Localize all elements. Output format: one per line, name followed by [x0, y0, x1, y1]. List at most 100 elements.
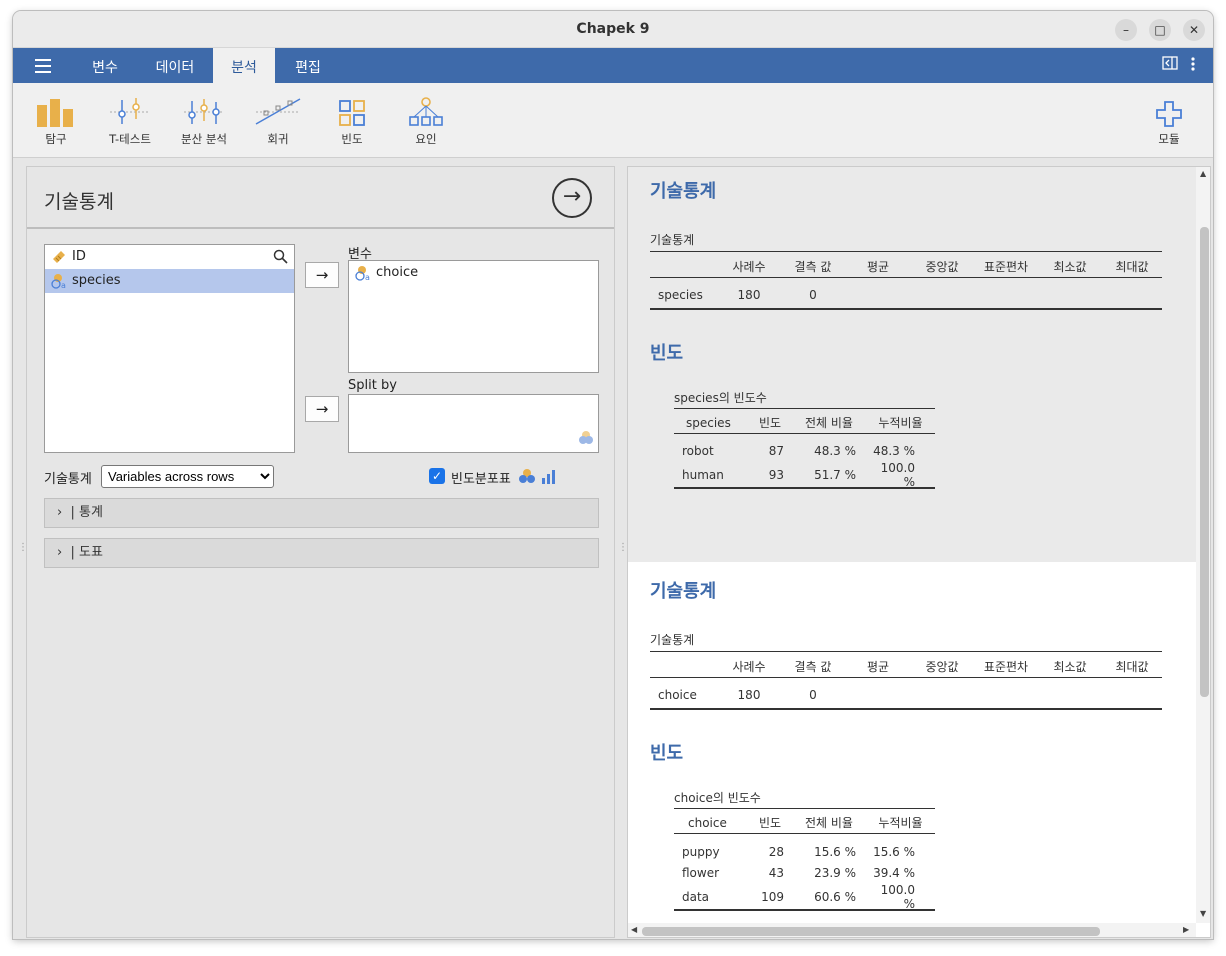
column-header: 누적비율 — [878, 416, 923, 431]
column-header: 최소값 — [1053, 660, 1087, 675]
frequency-table-title: choice의 빈도수 — [674, 791, 761, 805]
chevron-right-icon: › — [57, 545, 63, 560]
frequency-table-label: 빈도분포표 — [451, 472, 511, 487]
cell-value: 0 — [809, 688, 817, 702]
column-header: 중앙값 — [925, 260, 959, 275]
variable-item-label: species — [72, 273, 121, 288]
modules-label: 모듈 — [1158, 132, 1180, 146]
table-header-row: 사례수 결측 값 평균 중앙값 표준편차 최소값 최대값 — [650, 257, 1162, 277]
column-header: 중앙값 — [925, 660, 959, 675]
frequency-table: species 빈도 전체 비율 누적비율 robot 87 48.3 % 48… — [674, 413, 935, 489]
cell-value — [910, 687, 974, 703]
tool-regression[interactable]: 회귀 — [243, 97, 313, 147]
minimize-button[interactable]: – — [1115, 19, 1137, 41]
more-options-icon[interactable] — [1190, 56, 1196, 76]
descriptives-table: 사례수 결측 값 평균 중앙값 표준편차 최소값 최대값 species 180… — [650, 257, 1162, 303]
variables-target-list[interactable]: a choice — [348, 260, 599, 373]
layout-label: 기술통계 — [44, 472, 92, 487]
table-header-row: species 빈도 전체 비율 누적비율 — [674, 413, 935, 433]
variable-item-choice[interactable]: a choice — [349, 261, 598, 285]
cell-value: 109 — [761, 890, 784, 904]
scroll-down-icon[interactable]: ▼ — [1200, 909, 1206, 918]
vertical-scroll-thumb[interactable] — [1200, 227, 1209, 697]
frequencies-icon — [317, 97, 387, 127]
cell-value — [1102, 687, 1162, 703]
column-header: 사례수 — [732, 260, 766, 275]
horizontal-scrollbar[interactable]: ◀ ▶ — [628, 923, 1196, 937]
plots-section[interactable]: › | 도표 — [44, 538, 599, 568]
column-header: 최대값 — [1115, 260, 1149, 275]
scroll-right-icon[interactable]: ▶ — [1183, 925, 1189, 934]
cell-value — [846, 287, 910, 303]
row-label: choice — [658, 688, 697, 702]
move-to-splitby-button[interactable]: → — [305, 396, 339, 422]
tab-data[interactable]: 데이터 — [147, 48, 203, 83]
app-window: Chapek 9 – □ ✕ 변수 데이터 분석 편집 탐구 T-테스트 분산 … — [13, 11, 1213, 939]
column-header: species — [686, 415, 731, 430]
source-variable-list[interactable]: ID a species — [44, 244, 295, 453]
options-panel: 기술통계 → ID a species → 변수 a choice → Spli… — [26, 166, 615, 938]
results-block-choice: 기술통계 기술통계 사례수 결측 값 평균 중앙값 표준편차 최소값 최대값 c… — [628, 562, 1196, 923]
variable-item-species[interactable]: a species — [45, 269, 294, 293]
layout-select[interactable]: Variables across rows — [101, 465, 274, 488]
table-row: human 93 51.7 % 100.0 % — [674, 461, 935, 489]
cell-value — [846, 687, 910, 703]
tool-ttest[interactable]: T-테스트 — [95, 97, 165, 147]
column-header: 표준편차 — [983, 260, 1029, 275]
tab-variables[interactable]: 변수 — [83, 48, 127, 83]
cell-value — [1102, 287, 1162, 303]
regression-icon — [243, 97, 313, 127]
column-header: 빈도 — [758, 416, 782, 431]
tool-anova[interactable]: 분산 분석 — [169, 97, 239, 147]
maximize-button[interactable]: □ — [1149, 19, 1171, 41]
vertical-scrollbar[interactable]: ▲ ▼ — [1196, 167, 1210, 923]
ttest-icon — [95, 97, 165, 127]
cell-value: 15.6 % — [873, 844, 915, 859]
cell-value: 43 — [768, 865, 784, 880]
statistics-section[interactable]: › | 통계 — [44, 498, 599, 528]
tool-regression-label: 회귀 — [267, 132, 289, 146]
tool-factor[interactable]: 요인 — [391, 97, 461, 147]
left-splitter-handle[interactable]: ⋮ — [18, 543, 28, 553]
freq-top-rule — [674, 808, 935, 809]
splitby-target-list[interactable] — [348, 394, 599, 453]
cell-value: 180 — [737, 288, 761, 302]
table-row: species 180 0 — [650, 287, 1162, 303]
variable-item-label: ID — [72, 249, 86, 264]
close-button[interactable]: ✕ — [1183, 19, 1205, 41]
frequency-table-checkbox[interactable]: ✓ — [429, 468, 445, 484]
cell-value — [974, 687, 1038, 703]
title-bar: Chapek 9 – □ ✕ — [13, 11, 1213, 48]
column-header: 결측 값 — [794, 660, 832, 675]
svg-text:a: a — [61, 281, 66, 289]
toggle-panel-icon[interactable] — [1162, 56, 1178, 74]
frequency-table-title: species의 빈도수 — [674, 391, 767, 405]
scroll-up-icon[interactable]: ▲ — [1200, 169, 1206, 178]
tool-exploration-label: 탐구 — [45, 132, 67, 146]
tool-exploration[interactable]: 탐구 — [21, 97, 91, 147]
move-to-variables-button[interactable]: → — [305, 262, 339, 288]
horizontal-scroll-thumb[interactable] — [642, 927, 1100, 936]
variable-item-id[interactable]: ID — [45, 245, 294, 269]
factor-icon — [391, 97, 461, 127]
column-header: choice — [688, 815, 727, 830]
column-header: 최소값 — [1053, 260, 1087, 275]
results-block-species: 기술통계 기술통계 사례수 결측 값 평균 중앙값 표준편차 최소값 최대값 s… — [628, 167, 1196, 562]
tab-analysis[interactable]: 분석 — [213, 48, 275, 83]
tool-frequencies[interactable]: 빈도 — [317, 97, 387, 147]
bar-chart-small-icon — [541, 468, 557, 488]
cell-value — [1038, 687, 1102, 703]
run-arrow-icon[interactable]: → — [552, 178, 592, 218]
column-header: 평균 — [866, 660, 890, 675]
table-bottom-rule — [650, 308, 1162, 310]
tab-edit[interactable]: 편집 — [285, 48, 331, 83]
window-title: Chapek 9 — [576, 21, 650, 37]
cell-value — [1038, 287, 1102, 303]
scroll-left-icon[interactable]: ◀ — [631, 925, 637, 934]
hamburger-menu-icon[interactable] — [35, 59, 51, 77]
analysis-title: 기술통계 — [44, 191, 114, 213]
modules-button[interactable]: 모듈 — [1134, 97, 1204, 147]
results-heading: 기술통계 — [650, 181, 717, 202]
table-title: 기술통계 — [650, 233, 695, 247]
results-heading: 기술통계 — [650, 581, 717, 602]
